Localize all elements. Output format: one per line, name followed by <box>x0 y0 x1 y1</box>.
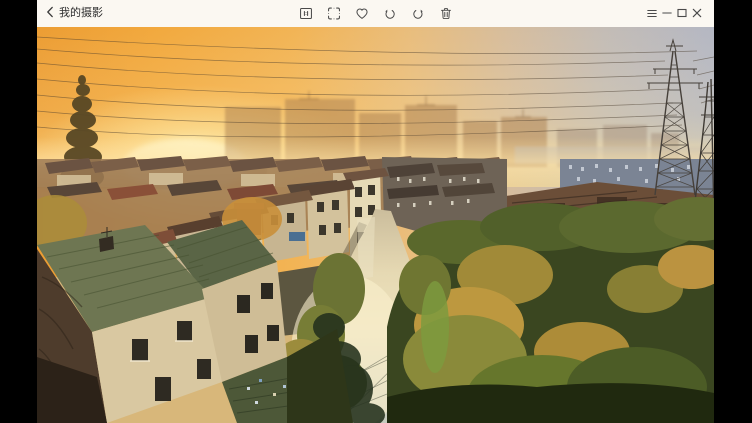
menu-button[interactable] <box>647 8 657 20</box>
favorite-button[interactable] <box>354 6 369 21</box>
rotate-right-icon <box>410 6 425 21</box>
rotate-left-icon <box>382 6 397 21</box>
fit-screen-button[interactable] <box>326 6 341 21</box>
chevron-left-icon <box>46 5 54 23</box>
rotate-left-button[interactable] <box>382 6 397 21</box>
menu-icon <box>647 5 657 23</box>
rotate-right-button[interactable] <box>410 6 425 21</box>
heart-icon <box>354 6 369 21</box>
topbar: 我的摄影 <box>37 0 714 27</box>
photo <box>37 27 714 423</box>
back-label: 我的摄影 <box>59 0 103 27</box>
minimize-icon <box>662 5 672 23</box>
close-icon <box>692 5 702 23</box>
viewer-stage: 我的摄影 <box>37 0 714 423</box>
photo-canvas[interactable] <box>37 27 714 423</box>
minimize-button[interactable] <box>662 8 672 20</box>
letterbox-right <box>714 0 752 423</box>
trash-icon <box>438 6 453 21</box>
right-bank-trees <box>387 197 714 423</box>
toolbar <box>298 0 453 27</box>
actual-size-button[interactable] <box>298 6 313 21</box>
delete-button[interactable] <box>438 6 453 21</box>
actual-size-icon <box>298 6 313 21</box>
back-button[interactable]: 我的摄影 <box>37 0 113 27</box>
app-window: 我的摄影 <box>0 0 752 423</box>
maximize-button[interactable] <box>677 8 687 20</box>
close-button[interactable] <box>692 8 702 20</box>
letterbox-left <box>0 0 37 423</box>
maximize-icon <box>677 5 687 23</box>
fit-screen-icon <box>326 6 341 21</box>
window-controls <box>647 0 714 27</box>
